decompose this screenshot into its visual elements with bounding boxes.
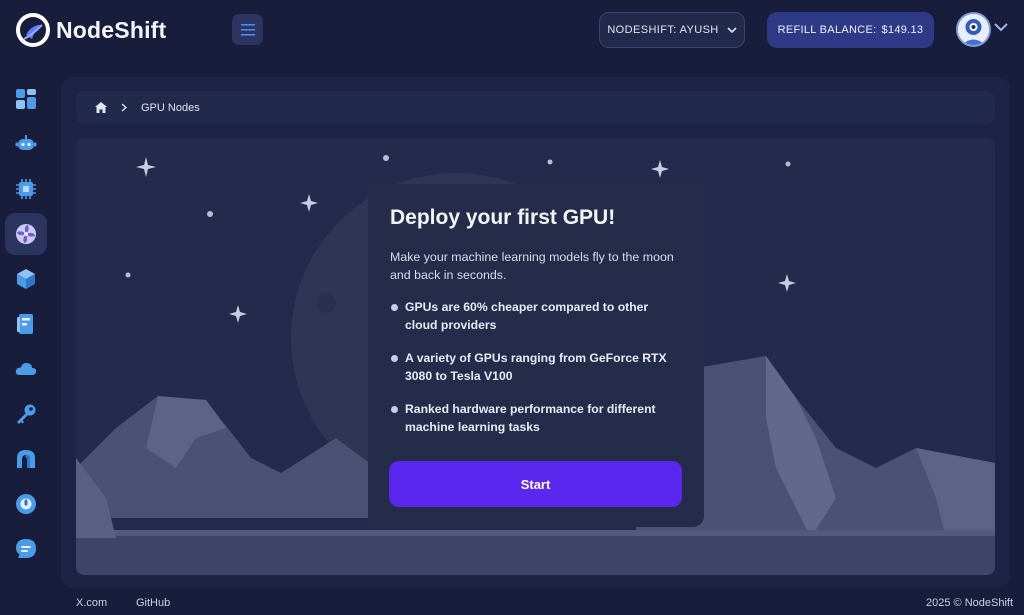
sidebar-item-containers[interactable] <box>5 258 47 300</box>
sidebar-item-deployments[interactable] <box>5 438 47 480</box>
user-avatar-icon <box>958 14 989 45</box>
dashboard-icon <box>16 89 36 109</box>
sidebar-item-storage[interactable] <box>5 303 47 345</box>
list-item: A variety of GPUs ranging from GeForce R… <box>390 349 682 385</box>
cloud-icon <box>15 362 37 375</box>
sidebar-item-support[interactable] <box>5 528 47 570</box>
start-button[interactable]: Start <box>389 461 682 507</box>
key-icon <box>17 404 36 424</box>
refill-balance-button[interactable]: REFILL BALANCE: $149.13 <box>767 12 934 48</box>
cpu-icon <box>16 179 36 199</box>
avatar[interactable] <box>956 12 991 47</box>
chat-icon <box>16 539 36 558</box>
disk-icon <box>16 494 36 514</box>
hamburger-icon <box>240 23 255 36</box>
cube-icon <box>17 269 35 289</box>
storage-icon <box>17 314 33 334</box>
feature-list: GPUs are 60% cheaper compared to other c… <box>390 298 682 436</box>
list-item: Ranked hardware performance for differen… <box>390 400 682 436</box>
robot-icon <box>15 135 37 150</box>
refill-label: REFILL BALANCE: <box>777 24 877 36</box>
footer-link-x[interactable]: X.com <box>76 597 107 609</box>
sidebar-item-cpu[interactable] <box>5 168 47 210</box>
chevron-down-icon <box>727 26 737 33</box>
list-item: GPUs are 60% cheaper compared to other c… <box>390 298 682 334</box>
sidebar-item-cloud[interactable] <box>5 348 47 390</box>
sidebar-item-gpu-nodes[interactable] <box>5 213 47 255</box>
breadcrumb-current: GPU Nodes <box>141 101 200 114</box>
balance-amount: $149.13 <box>881 24 924 36</box>
chevron-right-icon <box>121 103 127 112</box>
sidebar-item-dashboard[interactable] <box>5 78 47 120</box>
brand-name: NodeShift <box>56 16 167 43</box>
sidebar-item-keys[interactable] <box>5 393 47 435</box>
home-icon[interactable] <box>95 102 107 113</box>
arch-icon <box>17 450 35 468</box>
deploy-gpu-card: Deploy your first GPU! Make your machine… <box>368 184 704 527</box>
sidebar-item-bots[interactable] <box>5 123 47 165</box>
organization-selector[interactable]: NODESHIFT: AYUSH <box>599 12 745 48</box>
sidebar-item-volumes[interactable] <box>5 483 47 525</box>
menu-toggle-button[interactable] <box>232 14 263 45</box>
copyright-text: 2025 © NodeShift <box>926 597 1013 609</box>
top-bar: NodeShift NODESHIFT: AYUSH REFILL BALANC… <box>0 0 1024 60</box>
card-subtitle: Make your machine learning models fly to… <box>390 250 674 282</box>
organization-label: NODESHIFT: AYUSH <box>607 24 719 36</box>
breadcrumb: GPU Nodes <box>76 91 995 124</box>
nodeshift-logo-icon <box>16 13 50 47</box>
footer-link-github[interactable]: GitHub <box>136 597 170 609</box>
gpu-fan-icon <box>16 224 36 244</box>
card-title: Deploy your first GPU! <box>390 206 616 229</box>
brand-logo[interactable]: NodeShift <box>16 13 166 47</box>
account-chevron-down-icon[interactable] <box>994 22 1008 32</box>
